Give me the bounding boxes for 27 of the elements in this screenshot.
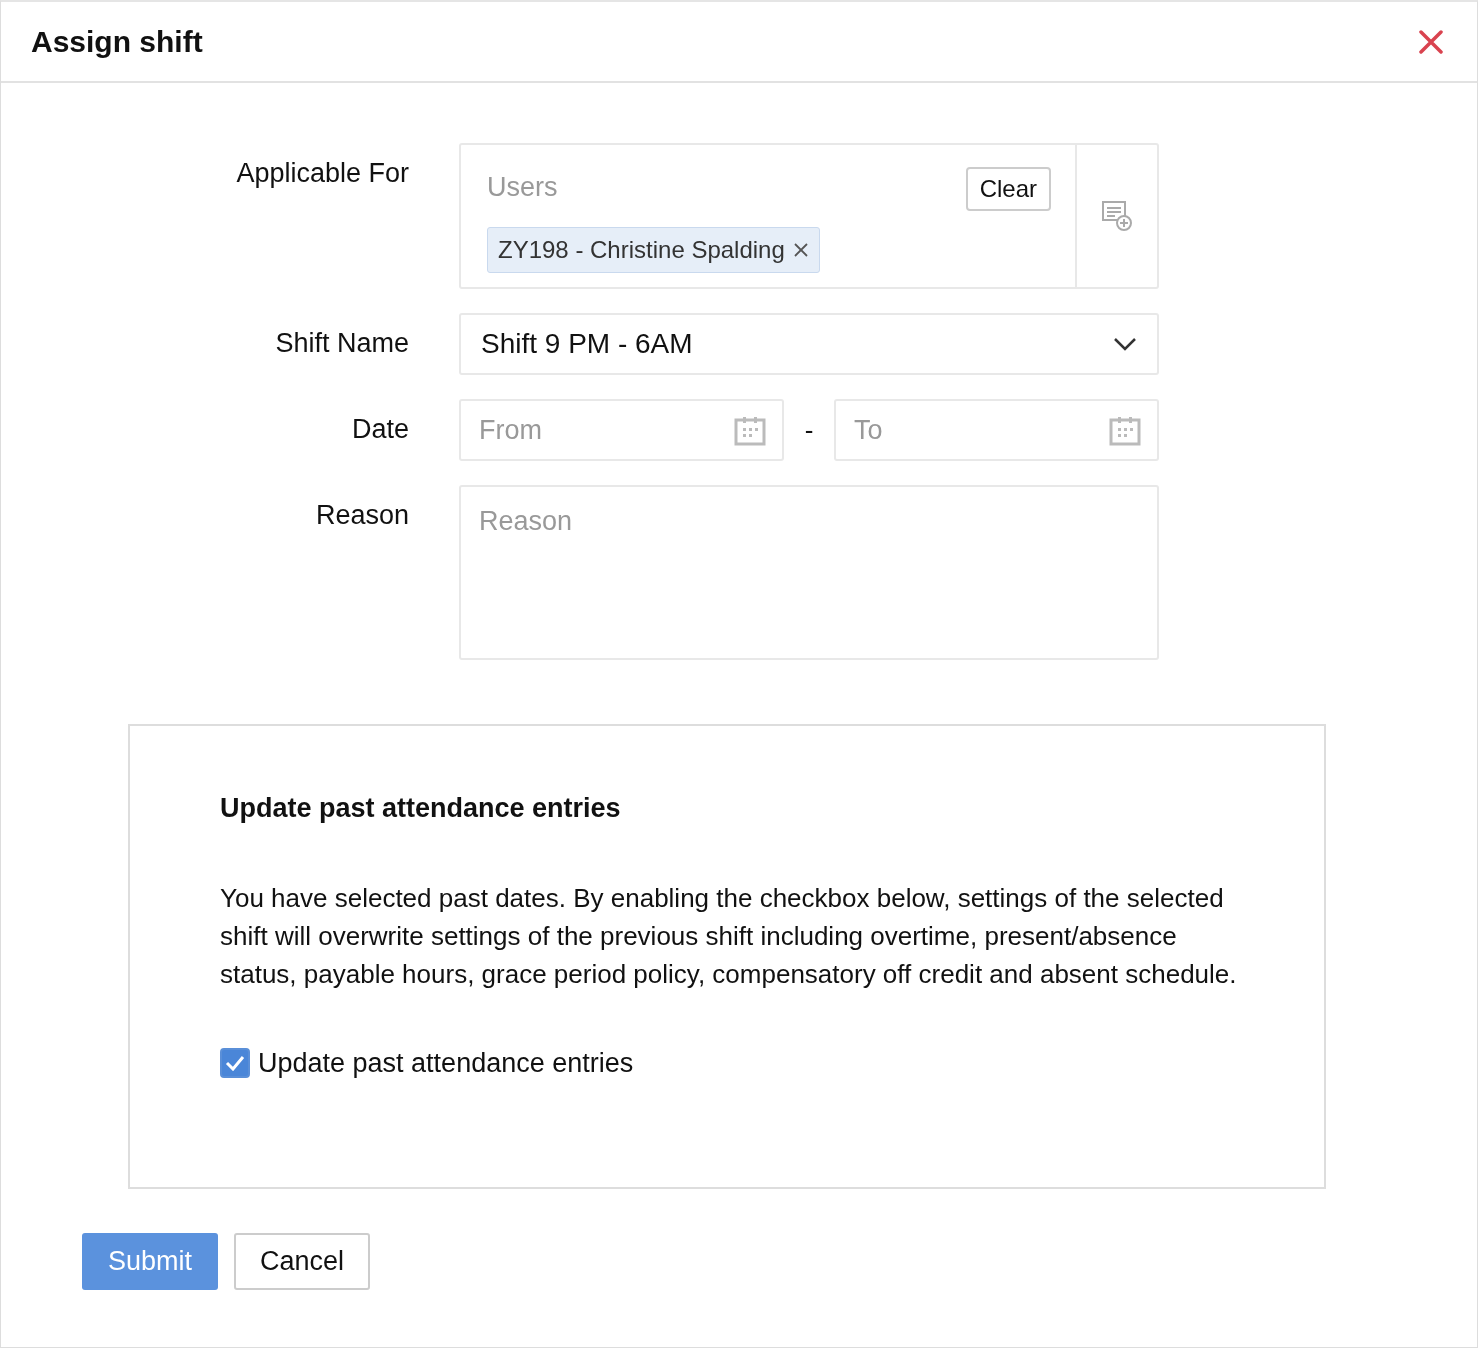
field-label: Shift Name (274, 327, 409, 360)
user-tag-text: ZY198 - Christine Spalding (498, 235, 785, 265)
shift-select[interactable]: Shift 9 PM - 6AM (459, 313, 1159, 375)
calendar-icon[interactable] (1109, 414, 1141, 446)
chevron-down-icon (1113, 337, 1137, 351)
cancel-button[interactable]: Cancel (234, 1233, 371, 1290)
remove-icon[interactable] (792, 242, 809, 258)
checkbox[interactable] (220, 1047, 250, 1078)
reason-placeholder: Reason (479, 506, 573, 536)
users-placeholder: Users (487, 171, 558, 204)
select-value: Shift 9 PM - 6AM (481, 327, 693, 361)
date-placeholder: From (479, 413, 542, 447)
notice-title: Update past attendance entries (220, 792, 622, 825)
users-field[interactable]: Users Clear ZY198 - Christine Spalding (459, 143, 1159, 289)
clear-button[interactable]: Clear (965, 167, 1051, 211)
date-placeholder: To (854, 413, 883, 447)
field-label: Reason (314, 499, 409, 532)
checkmark-icon (225, 1054, 245, 1071)
field-label: Applicable For (235, 157, 409, 190)
close-icon (1419, 29, 1443, 54)
date-separator: - (803, 413, 815, 447)
calendar-icon[interactable] (734, 414, 766, 446)
list-add-icon[interactable] (1101, 200, 1133, 232)
field-label: Date (350, 413, 409, 446)
checkbox-label: Update past attendance entries (258, 1046, 634, 1080)
notice-text: You have selected past dates. By enabling the checkbox below, settings of the selected shift will overwrite settings of the previous shift including overtime, present/absence status, payable hours, grace period policy, compensatory off credit and absent schedule. (220, 881, 1238, 991)
dialog-title: Assign shift (31, 23, 203, 60)
